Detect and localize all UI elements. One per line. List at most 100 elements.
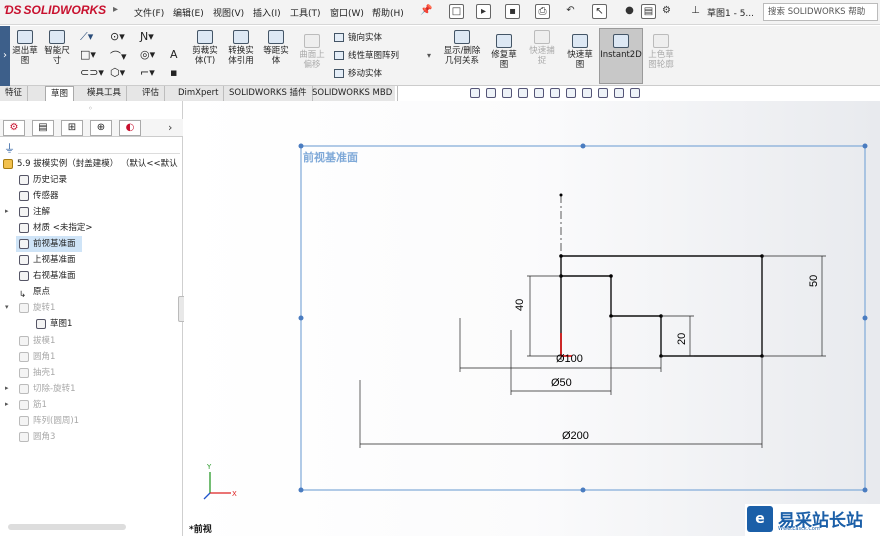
tab-dimxpert[interactable]: DimXpert xyxy=(173,86,225,101)
slot-icon[interactable]: ⊂⊃▾ xyxy=(80,66,104,79)
tree-item-fillet1[interactable]: 圆角1 xyxy=(19,349,55,365)
tree-item-top-plane[interactable]: 上视基准面 xyxy=(19,252,76,268)
shaded-sketch-contours-button[interactable]: 上色草 图轮廓 xyxy=(644,34,678,70)
tab-evaluate[interactable]: 评估 xyxy=(137,86,166,101)
menu-insert[interactable]: 插入(I) xyxy=(253,6,281,19)
panel-scroll-right-icon[interactable]: › xyxy=(168,121,172,134)
save-icon[interactable]: ▪ xyxy=(505,4,520,19)
tab-solidworks-addins[interactable]: SOLIDWORKS 插件 xyxy=(224,86,313,101)
dimension-height-40[interactable]: 40 xyxy=(514,299,526,311)
apply-scene-icon[interactable] xyxy=(598,88,608,98)
select-cursor-icon[interactable]: ↖ xyxy=(592,4,607,19)
dimension-height-20[interactable]: 20 xyxy=(676,333,688,345)
view-orientation-icon[interactable] xyxy=(534,88,544,98)
section-view-icon[interactable] xyxy=(518,88,528,98)
tree-item-shell1[interactable]: 抽壳1 xyxy=(19,365,55,381)
display-delete-relations-button[interactable]: 显示/删除 几何关系 xyxy=(440,30,484,66)
pin-icon[interactable]: 📌 xyxy=(420,5,432,16)
options-gear-icon[interactable]: ⚙ xyxy=(659,4,674,19)
line-icon[interactable]: ⟋▾ xyxy=(80,30,93,44)
menu-help[interactable]: 帮助(H) xyxy=(372,6,404,19)
sketch-canvas[interactable]: Y X xyxy=(184,101,880,536)
tree-item-right-plane[interactable]: 右视基准面 xyxy=(19,268,76,284)
menu-tools[interactable]: 工具(T) xyxy=(290,6,321,19)
dimension-height-50[interactable]: 50 xyxy=(808,275,820,287)
pattern-dropdown-arrow-icon[interactable]: ▾ xyxy=(427,51,431,60)
tree-item-revolve1[interactable]: 旋转1 xyxy=(19,300,55,316)
tree-item-sketch1[interactable]: 草图1 xyxy=(36,316,72,332)
open-folder-icon[interactable]: ▸ xyxy=(476,4,491,19)
zoom-to-area-icon[interactable] xyxy=(486,88,496,98)
feature-manager-tab-icon[interactable]: ⚙ xyxy=(3,120,25,136)
panel-splitter-icon[interactable]: ◦ xyxy=(88,104,93,113)
expand-cut-revolve-icon[interactable]: ▸ xyxy=(5,384,9,392)
property-manager-tab-icon[interactable]: ▤ xyxy=(32,120,54,136)
tree-item-origin[interactable]: ↳ 原点 xyxy=(19,284,50,300)
trim-entities-button[interactable]: 剪裁实 体(T) xyxy=(190,30,220,66)
help-search-input[interactable]: 搜索 SOLIDWORKS 帮助 xyxy=(763,3,878,21)
dimension-diameter-200[interactable]: Ø200 xyxy=(562,430,589,442)
tab-solidworks-mbd[interactable]: SOLIDWORKS MBD xyxy=(307,86,399,101)
repair-sketch-button[interactable]: 修复草 图 xyxy=(488,34,520,70)
tab-sketch[interactable]: 草图 xyxy=(45,86,75,101)
rebuild-icon[interactable]: ⊥ xyxy=(688,4,703,19)
offset-entities-button[interactable]: 等距实 体 xyxy=(260,30,292,66)
exit-sketch-button[interactable]: 退出草 图 xyxy=(9,30,41,66)
tab-features[interactable]: 特征 xyxy=(0,86,29,101)
menu-edit[interactable]: 编辑(E) xyxy=(173,6,204,19)
tree-item-circular-pattern1[interactable]: 阵列(圆周)1 xyxy=(19,413,79,429)
arc-icon[interactable]: ⌒▾ xyxy=(110,48,127,64)
fillet-icon[interactable]: ⌐▾ xyxy=(140,66,155,79)
offset-on-surface-button[interactable]: 曲面上 偏移 xyxy=(296,34,328,70)
spline-icon[interactable]: Ɲ▾ xyxy=(140,30,154,43)
tree-item-rib1[interactable]: 筋1 xyxy=(19,397,47,413)
tree-item-draft1[interactable]: 拔模1 xyxy=(19,333,55,349)
traffic-light-icon[interactable]: ● xyxy=(622,4,637,19)
panel-horizontal-scrollbar[interactable] xyxy=(8,524,126,530)
menu-file[interactable]: 文件(F) xyxy=(134,6,164,19)
rapid-sketch-button[interactable]: 快速草 图 xyxy=(564,34,596,70)
dimension-diameter-100[interactable]: Ø100 xyxy=(556,353,583,365)
tree-item-cut-revolve1[interactable]: 切除-旋转1 xyxy=(19,381,75,397)
ellipse-icon[interactable]: ◎▾ xyxy=(140,48,155,61)
convert-entities-button[interactable]: 转换实 体引用 xyxy=(224,30,258,66)
filter-icon[interactable]: ⏚ xyxy=(4,140,15,156)
tab-mold-tools[interactable]: 模具工具 xyxy=(82,86,128,101)
tree-item-material[interactable]: 材质 <未指定> xyxy=(19,220,92,236)
collapse-revolve-icon[interactable]: ▾ xyxy=(5,303,9,311)
zoom-to-fit-icon[interactable] xyxy=(470,88,480,98)
monitor-display-icon[interactable] xyxy=(630,88,640,98)
instant2d-button[interactable]: Instant2D xyxy=(600,34,642,60)
configuration-manager-tab-icon[interactable]: ⊞ xyxy=(61,120,83,136)
tree-item-front-plane[interactable]: 前视基准面 xyxy=(16,236,82,252)
tree-root-part[interactable]: 5.9 拔模实例（封盖建模） （默认<<默认 xyxy=(3,156,181,172)
previous-view-icon[interactable] xyxy=(502,88,512,98)
quick-snaps-button[interactable]: 快速捕 捉 xyxy=(526,30,558,66)
new-document-icon[interactable]: □ xyxy=(449,4,464,19)
rectangle-icon[interactable]: □▾ xyxy=(80,48,96,61)
menu-view[interactable]: 视图(V) xyxy=(213,6,244,19)
solidworks-logo[interactable]: ƊS SOLIDWORKS xyxy=(4,3,106,17)
mirror-entities-button[interactable]: 镜向实体 xyxy=(334,31,382,43)
dimension-diameter-50[interactable]: Ø50 xyxy=(551,377,572,389)
text-tool-icon[interactable]: A xyxy=(170,48,178,61)
polygon-icon[interactable]: ⬡▾ xyxy=(110,66,125,79)
print-icon[interactable]: ⎙ xyxy=(535,4,550,19)
tree-item-sensors[interactable]: 传感器 xyxy=(19,188,59,204)
view-settings-icon[interactable] xyxy=(614,88,624,98)
expand-annotations-icon[interactable]: ▸ xyxy=(5,207,9,215)
tree-item-annotations[interactable]: 注解 xyxy=(19,204,50,220)
smart-dimension-button[interactable]: 智能尺 寸 xyxy=(42,30,72,66)
display-manager-tab-icon[interactable]: ◐ xyxy=(119,120,141,136)
dimxpert-manager-tab-icon[interactable]: ⊕ xyxy=(90,120,112,136)
tree-item-history[interactable]: 历史记录 xyxy=(19,172,67,188)
expand-menu-icon[interactable]: ▸ xyxy=(113,4,121,18)
expand-rib-icon[interactable]: ▸ xyxy=(5,400,9,408)
linear-sketch-pattern-button[interactable]: 线性草图阵列 xyxy=(334,49,399,61)
display-style-icon[interactable] xyxy=(550,88,560,98)
tree-filter-input[interactable] xyxy=(18,140,180,154)
point-icon[interactable]: ▪ xyxy=(170,66,177,79)
hide-show-items-icon[interactable] xyxy=(566,88,576,98)
circle-icon[interactable]: ⊙▾ xyxy=(110,30,125,43)
move-entities-button[interactable]: 移动实体 xyxy=(334,67,382,79)
